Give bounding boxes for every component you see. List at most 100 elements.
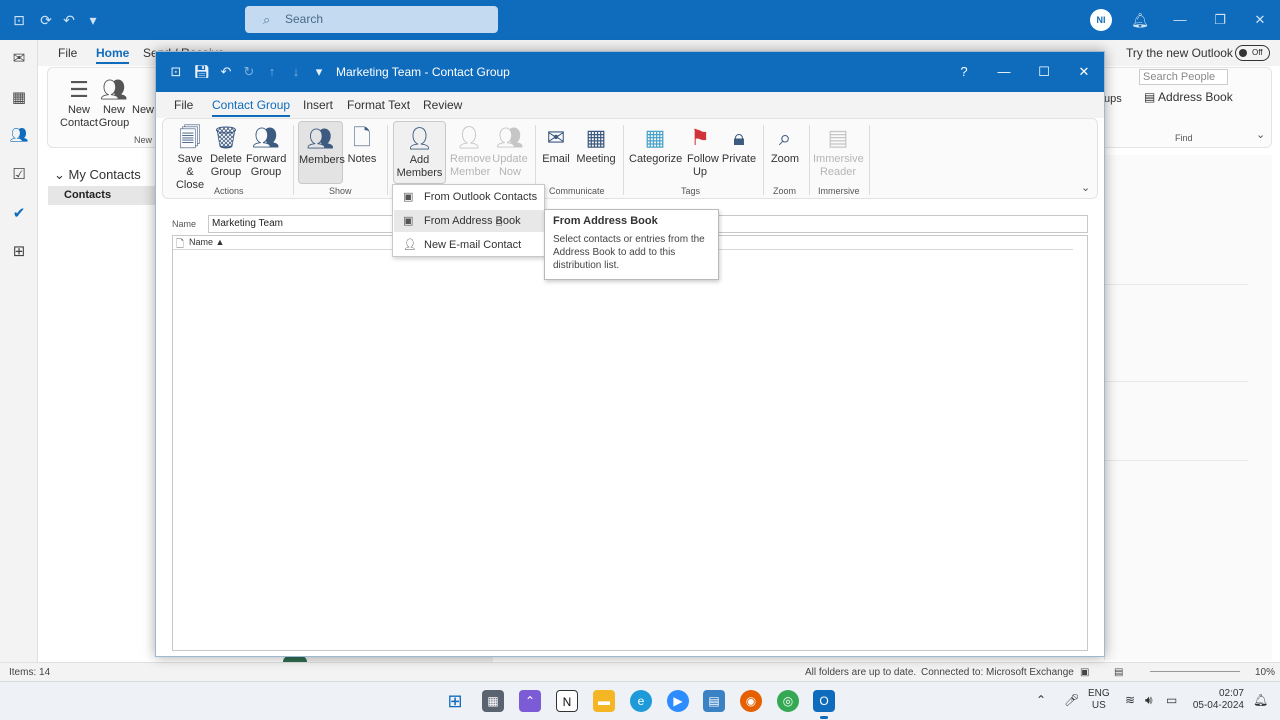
minimize-button[interactable]: —: [1170, 10, 1190, 30]
minimize-button[interactable]: —: [993, 62, 1015, 82]
address-book-icon: ▤: [1144, 90, 1159, 104]
save-close-button[interactable]: 🗐 Save & Close: [173, 123, 207, 192]
wifi-icon[interactable]: ≋: [1125, 693, 1135, 707]
new-outlook-toggle[interactable]: Off: [1235, 45, 1270, 61]
region-code: US: [1091, 700, 1106, 711]
private-label: Private: [721, 153, 757, 165]
mail-icon[interactable]: ✉: [9, 49, 29, 69]
close-button[interactable]: ✕: [1250, 10, 1270, 30]
from-outlook-contacts-item[interactable]: ▣ From Outlook Contacts: [394, 186, 544, 208]
zoom-group-label: Zoom: [773, 186, 797, 196]
update-now-button[interactable]: 👥︎ Update Now: [492, 123, 528, 179]
document-icon[interactable]: 🗋: [176, 237, 184, 254]
clock[interactable]: 02:07 05-04-2024: [1192, 688, 1244, 712]
meeting-button[interactable]: ▦ Meeting: [575, 123, 617, 166]
firefox-icon[interactable]: ◉: [740, 690, 762, 712]
arrow-down-icon[interactable]: ↓: [287, 63, 305, 81]
remove-member-button[interactable]: 👤︎ Remove Member: [450, 123, 491, 179]
members-button[interactable]: 👥︎ Members: [298, 121, 345, 184]
customize-quick-access-icon[interactable]: ▾: [83, 10, 103, 30]
zoom-app-icon[interactable]: ▶: [667, 690, 689, 712]
normal-view-icon[interactable]: ▣: [1080, 667, 1089, 678]
undo-icon[interactable]: ↶: [217, 63, 235, 81]
chrome-icon[interactable]: ◎: [777, 690, 799, 712]
volume-icon[interactable]: 🔊︎: [1145, 693, 1153, 708]
close-button[interactable]: ✕: [1073, 62, 1095, 82]
chevron-down-icon[interactable]: ⌄: [1081, 181, 1090, 194]
notepad-icon[interactable]: ▤: [703, 690, 725, 712]
new-items-button[interactable]: New: [132, 76, 154, 117]
clickup-icon[interactable]: ⌃: [519, 690, 541, 712]
people-icon[interactable]: 👥︎: [9, 126, 29, 146]
private-button[interactable]: 🔒︎ Private: [721, 123, 757, 166]
help-button[interactable]: ?: [953, 62, 975, 82]
undo-icon[interactable]: ↶: [59, 10, 79, 30]
tasks-icon[interactable]: ☑: [9, 165, 29, 185]
follow-up-button[interactable]: ⚑ Follow Up: [683, 123, 719, 179]
apps-icon[interactable]: ⊞: [9, 242, 29, 262]
battery-icon[interactable]: ▭: [1166, 693, 1177, 707]
tab-format-text[interactable]: Format Text: [347, 98, 410, 112]
tab-insert[interactable]: Insert: [303, 98, 333, 112]
search-box[interactable]: ⌕ Search: [245, 6, 498, 33]
zoom-slider[interactable]: [1150, 671, 1240, 672]
tooltip: From Address Book Select contacts or ent…: [544, 209, 719, 280]
new-contact-button[interactable]: ☰ New Contact: [60, 76, 98, 130]
lock-icon: 🔒︎: [733, 125, 745, 150]
search-icon: ⌕: [263, 12, 271, 27]
immersive-reader-button[interactable]: ▤ Immersive Reader: [813, 123, 864, 179]
new-group-button[interactable]: 👥︎ New Group: [98, 76, 130, 130]
new-email-contact-item[interactable]: 👤︎ New E-mail Contact: [394, 234, 544, 256]
notification-bell-icon[interactable]: 🔔︎: [1253, 693, 1268, 707]
calendar-icon[interactable]: ▦: [9, 88, 29, 108]
tab-contact-group[interactable]: Contact Group: [212, 98, 291, 117]
arrow-up-icon[interactable]: ↑: [263, 63, 281, 81]
todo-icon[interactable]: ✔: [9, 204, 29, 224]
contacts-folder[interactable]: Contacts: [48, 186, 155, 205]
outlook-taskbar-icon[interactable]: O: [813, 690, 835, 719]
windows-start-icon[interactable]: ⊞: [444, 690, 466, 712]
menu-home[interactable]: Home: [96, 46, 130, 64]
notes-button[interactable]: 🗋 Notes: [345, 123, 379, 166]
calendar-icon: ▦: [585, 125, 607, 150]
file-explorer-icon[interactable]: ▬: [593, 690, 615, 712]
members-label: Members: [299, 154, 345, 166]
delete-group-label: Delete Group: [210, 153, 242, 178]
address-book-button[interactable]: ▤ Address Book: [1144, 90, 1233, 104]
column-header-name[interactable]: Name ▲: [189, 237, 224, 247]
microphone-icon[interactable]: 🎤︎: [1064, 693, 1079, 707]
name-label: Name: [172, 219, 197, 229]
zoom-button[interactable]: ⌕ Zoom: [768, 123, 802, 166]
add-members-button[interactable]: 👤︎ Add Members: [393, 121, 446, 184]
from-address-book-item[interactable]: ▣ From Address Book: [394, 210, 544, 232]
redo-icon[interactable]: ↻: [240, 63, 258, 81]
search-people-input[interactable]: Search People: [1139, 69, 1228, 85]
menu-file[interactable]: File: [58, 46, 77, 60]
date: 05-04-2024: [1192, 700, 1244, 711]
tab-review[interactable]: Review: [423, 98, 462, 112]
customize-quick-access-icon[interactable]: ▾: [310, 63, 328, 81]
edge-icon[interactable]: e: [630, 690, 652, 712]
tab-file[interactable]: File: [174, 98, 193, 112]
follow-up-label: Follow Up: [687, 153, 719, 178]
sync-icon[interactable]: ⟳: [36, 10, 56, 30]
categorize-button[interactable]: ▦ Categorize: [629, 123, 682, 166]
email-button[interactable]: ✉ Email: [541, 123, 571, 166]
bell-icon[interactable]: 🔔︎: [1130, 10, 1150, 30]
forward-group-button[interactable]: 👥︎ Forward Group: [246, 123, 286, 179]
reading-pane: [1104, 155, 1272, 660]
maximize-button[interactable]: ❐: [1210, 10, 1230, 30]
calculator-icon[interactable]: ▦: [482, 690, 504, 712]
reading-view-icon[interactable]: ▤: [1114, 667, 1123, 678]
save-icon[interactable]: 💾︎: [193, 63, 211, 81]
members-list[interactable]: 🗋 Name ▲: [172, 235, 1088, 651]
my-contacts-header[interactable]: ⌄ My Contacts: [54, 167, 141, 183]
language-indicator[interactable]: ENG US: [1088, 688, 1110, 712]
delete-group-button[interactable]: 🗑︎ Delete Group: [209, 123, 243, 179]
notion-icon[interactable]: N: [556, 690, 578, 712]
chevron-down-icon[interactable]: ⌄: [1256, 128, 1265, 141]
maximize-button[interactable]: ☐: [1033, 62, 1055, 82]
chevron-up-icon[interactable]: ⌃: [1036, 693, 1046, 707]
contact-card-icon: ☰: [69, 77, 89, 102]
avatar[interactable]: NI: [1090, 9, 1112, 31]
